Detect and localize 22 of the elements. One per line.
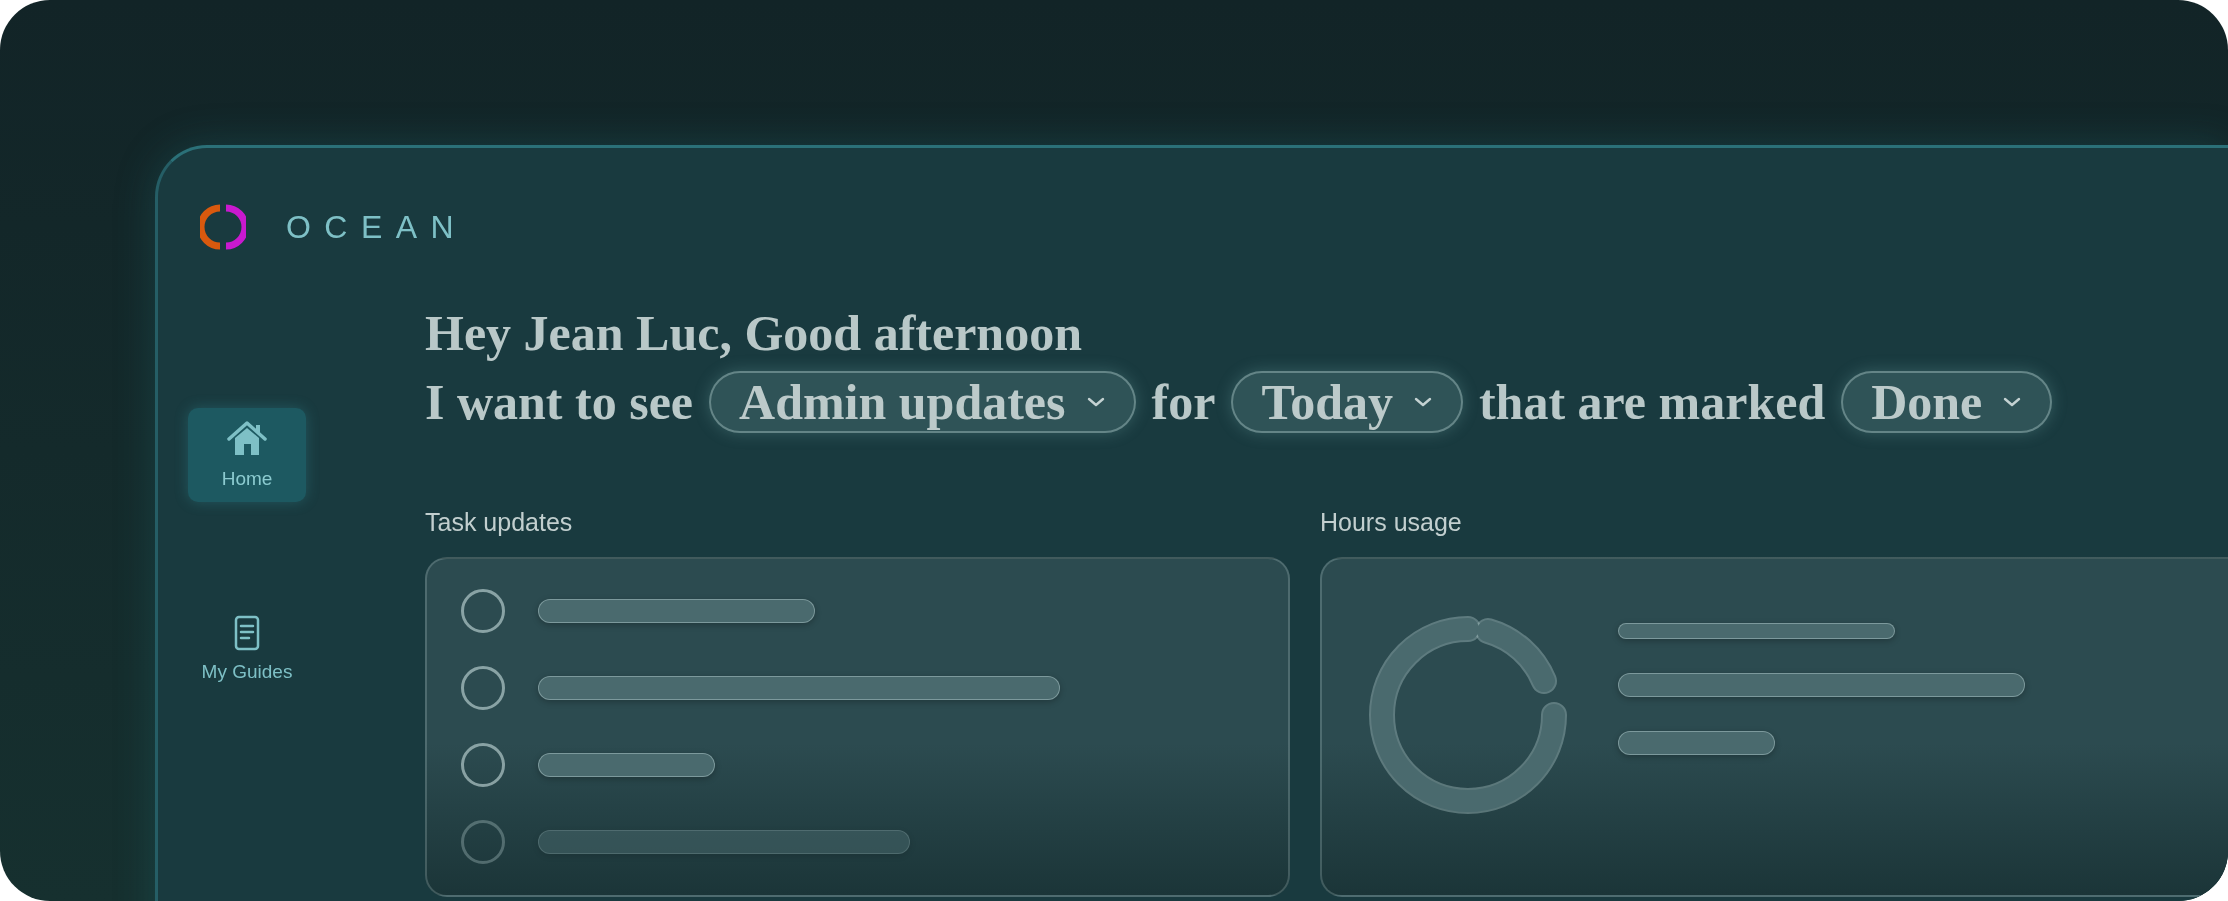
filter-dropdown[interactable]: Today [1231, 371, 1463, 433]
filter-dropdown[interactable]: Admin updates [709, 371, 1136, 433]
home-icon [227, 420, 267, 458]
circle-icon [461, 743, 505, 787]
nav-item[interactable]: My Guides [188, 602, 306, 696]
chevron-icon [2002, 396, 2023, 408]
circle-icon [461, 820, 505, 864]
logo-icon [200, 204, 246, 250]
document-icon [234, 615, 260, 651]
brand-name: OCEAN [286, 208, 467, 246]
greeting-heading: Hey Jean Luc, Good afternoon [425, 304, 1083, 363]
chevron-icon [1085, 396, 1106, 408]
panel-title: Hours usage [1320, 508, 1463, 537]
filter-text: I want to see [425, 373, 694, 431]
nav-item[interactable]: Home [188, 408, 306, 502]
filter-text: for [1151, 373, 1216, 431]
panel-title: Task updates [425, 508, 574, 537]
filter-text: that are marked [1478, 373, 1826, 431]
circle-icon [461, 589, 505, 633]
filter-dropdown[interactable]: Done [1841, 371, 2053, 433]
chevron-icon [1412, 396, 1433, 408]
circle-icon [461, 666, 505, 710]
